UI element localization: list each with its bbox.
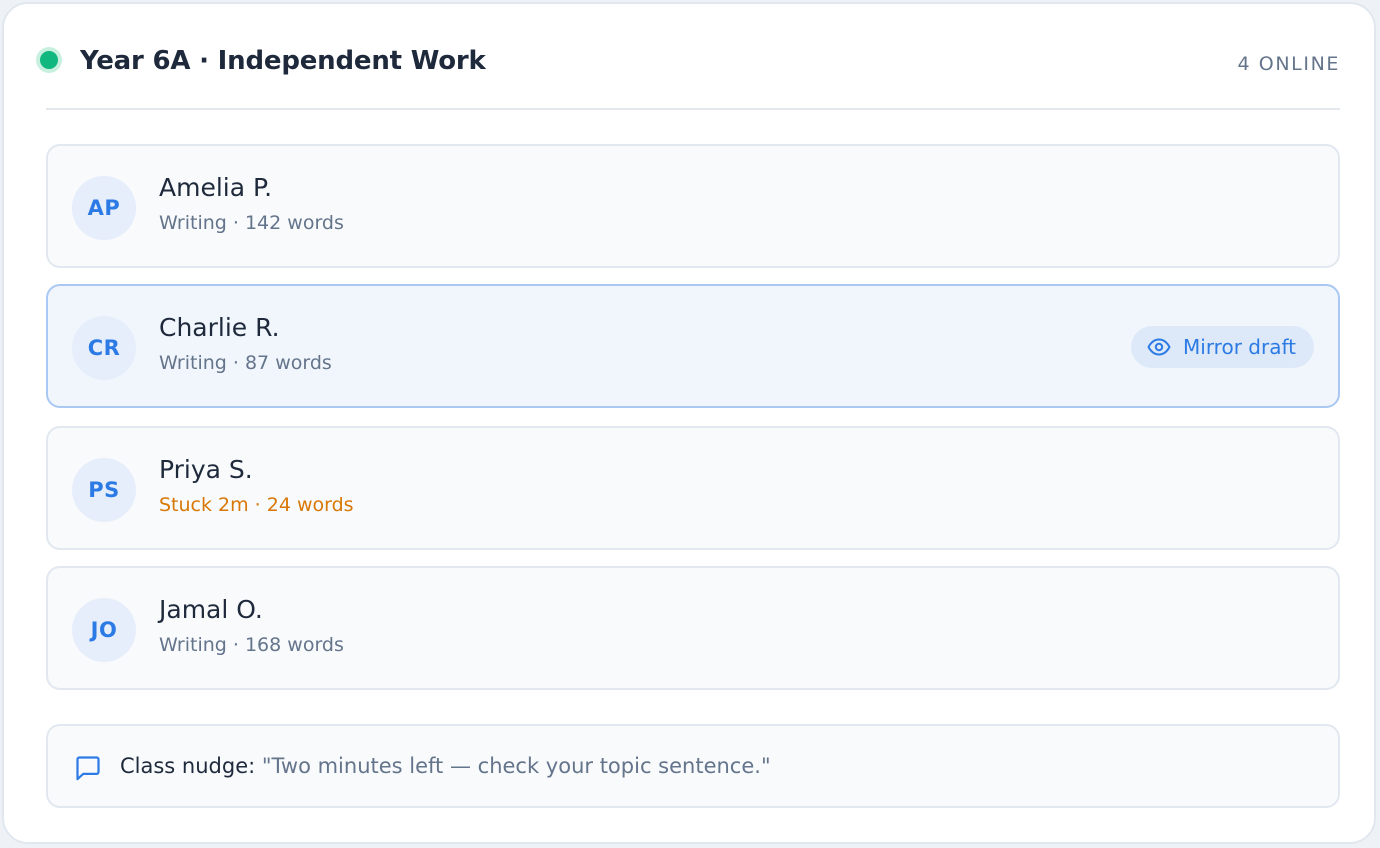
avatar: JO — [72, 598, 136, 662]
student-status: Writing · 87 words — [159, 352, 332, 374]
message-square-icon — [76, 756, 100, 781]
student-status-stuck: Stuck 2m · 24 words — [159, 494, 354, 516]
class-monitor-panel: Year 6A · Independent Work 4 ONLINE AP A… — [2, 2, 1376, 844]
online-count: 4 ONLINE — [1237, 53, 1340, 75]
student-name: Charlie R. — [159, 313, 280, 342]
class-nudge[interactable]: Class nudge: "Two minutes left — check y… — [46, 724, 1340, 808]
student-status: Writing · 142 words — [159, 212, 344, 234]
page-title: Year 6A · Independent Work — [80, 46, 486, 76]
nudge-text: Class nudge: "Two minutes left — check y… — [120, 754, 771, 778]
avatar: CR — [72, 316, 136, 380]
panel-header: Year 6A · Independent Work 4 ONLINE — [40, 4, 1340, 110]
student-status: Writing · 168 words — [159, 634, 344, 656]
avatar: AP — [72, 176, 136, 240]
avatar: PS — [72, 458, 136, 522]
student-card-charlie[interactable]: CR Charlie R. Writing · 87 words Mirror … — [46, 284, 1340, 408]
online-status-dot — [40, 51, 58, 69]
student-card-amelia[interactable]: AP Amelia P. Writing · 142 words — [46, 144, 1340, 268]
eye-icon — [1147, 338, 1171, 356]
mirror-draft-label: Mirror draft — [1183, 335, 1296, 359]
mirror-draft-button[interactable]: Mirror draft — [1131, 326, 1314, 368]
student-name: Amelia P. — [159, 173, 273, 202]
student-name: Priya S. — [159, 455, 253, 484]
student-card-priya[interactable]: PS Priya S. Stuck 2m · 24 words — [46, 426, 1340, 550]
nudge-message: "Two minutes left — check your topic sen… — [261, 754, 771, 778]
nudge-label: Class nudge: — [120, 754, 256, 778]
student-card-jamal[interactable]: JO Jamal O. Writing · 168 words — [46, 566, 1340, 690]
student-name: Jamal O. — [159, 595, 263, 624]
